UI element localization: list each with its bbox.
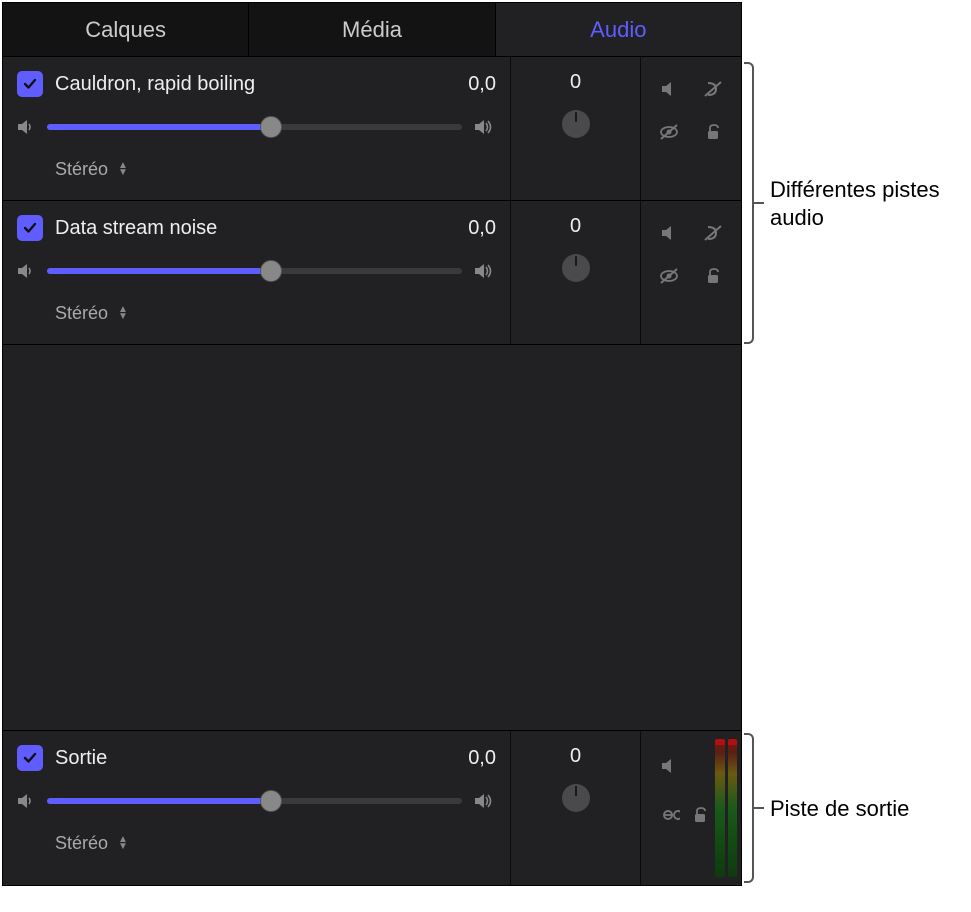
- annotation-bracket: [744, 62, 754, 344]
- solo-icon[interactable]: [702, 80, 724, 98]
- pan-knob[interactable]: [562, 784, 590, 812]
- annotation-output-label: Piste de sortie: [770, 795, 909, 823]
- output-controls: [641, 731, 741, 885]
- audio-track-row[interactable]: Data stream noise 0,0 Stér: [3, 201, 741, 345]
- track-pan-section: 0: [511, 201, 641, 344]
- track-controls: [641, 201, 741, 344]
- slider-fill: [47, 268, 271, 274]
- output-mode-select[interactable]: Stéréo: [55, 833, 108, 854]
- track-main: Cauldron, rapid boiling 0,0: [3, 57, 511, 200]
- panel-tabs: Calques Média Audio: [3, 3, 741, 57]
- mute-icon[interactable]: [659, 224, 679, 242]
- volume-low-icon: [15, 791, 37, 811]
- pan-knob[interactable]: [562, 110, 590, 138]
- visibility-icon[interactable]: [658, 123, 680, 141]
- empty-tracks-area: [3, 345, 741, 730]
- audio-tracks-list: Cauldron, rapid boiling 0,0: [3, 57, 741, 345]
- volume-low-icon: [15, 117, 37, 137]
- volume-high-icon: [472, 791, 496, 811]
- check-icon: [22, 750, 38, 766]
- track-enable-checkbox[interactable]: [17, 745, 43, 771]
- annotation-bracket: [744, 733, 754, 883]
- track-controls: [641, 57, 741, 200]
- pan-knob[interactable]: [562, 254, 590, 282]
- annotation-line: [754, 807, 764, 809]
- volume-slider[interactable]: [47, 124, 462, 130]
- volume-high-icon: [472, 117, 496, 137]
- stepper-icon[interactable]: ▲▼: [118, 162, 128, 176]
- slider-thumb[interactable]: [260, 790, 282, 812]
- pan-value[interactable]: 0: [570, 745, 581, 768]
- track-level-value[interactable]: 0,0: [436, 73, 496, 96]
- lock-icon[interactable]: [704, 267, 722, 285]
- check-icon: [22, 220, 38, 236]
- track-name-label[interactable]: Data stream noise: [55, 217, 424, 240]
- output-mode-select[interactable]: Stéréo: [55, 303, 108, 324]
- audio-track-row[interactable]: Cauldron, rapid boiling 0,0: [3, 57, 741, 201]
- track-main: Sortie 0,0 Stéréo ▲▼: [3, 731, 511, 885]
- slider-thumb[interactable]: [260, 116, 282, 138]
- volume-slider[interactable]: [47, 798, 462, 804]
- link-icon[interactable]: [658, 808, 680, 822]
- audio-panel: Calques Média Audio Cauldron, rapid boil…: [2, 2, 742, 886]
- track-level-value[interactable]: 0,0: [436, 217, 496, 240]
- track-main: Data stream noise 0,0 Stér: [3, 201, 511, 344]
- slider-fill: [47, 798, 271, 804]
- volume-slider[interactable]: [47, 268, 462, 274]
- lock-icon[interactable]: [691, 806, 709, 824]
- pan-value[interactable]: 0: [570, 215, 581, 238]
- solo-icon[interactable]: [702, 224, 724, 242]
- track-name-label[interactable]: Sortie: [55, 747, 424, 770]
- pan-value[interactable]: 0: [570, 71, 581, 94]
- tab-layers[interactable]: Calques: [3, 3, 249, 56]
- annotation-line: [754, 202, 764, 204]
- volume-low-icon: [15, 261, 37, 281]
- stepper-icon[interactable]: ▲▼: [118, 836, 128, 850]
- volume-high-icon: [472, 261, 496, 281]
- tab-audio[interactable]: Audio: [496, 3, 741, 56]
- track-name-label[interactable]: Cauldron, rapid boiling: [55, 73, 424, 96]
- visibility-icon[interactable]: [658, 267, 680, 285]
- track-pan-section: 0: [511, 57, 641, 200]
- stepper-icon[interactable]: ▲▼: [118, 306, 128, 320]
- output-mode-select[interactable]: Stéréo: [55, 159, 108, 180]
- tab-media[interactable]: Média: [249, 3, 495, 56]
- track-enable-checkbox[interactable]: [17, 215, 43, 241]
- output-level-meter: [715, 739, 737, 877]
- mute-icon[interactable]: [659, 80, 679, 98]
- check-icon: [22, 76, 38, 92]
- slider-fill: [47, 124, 271, 130]
- lock-icon[interactable]: [704, 123, 722, 141]
- track-enable-checkbox[interactable]: [17, 71, 43, 97]
- track-level-value[interactable]: 0,0: [436, 747, 496, 770]
- track-pan-section: 0: [511, 731, 641, 885]
- annotation-tracks-label: Différentes pistes audio: [770, 176, 971, 232]
- slider-thumb[interactable]: [260, 260, 282, 282]
- mute-icon[interactable]: [659, 757, 679, 775]
- output-track-row[interactable]: Sortie 0,0 Stéréo ▲▼ 0: [3, 730, 741, 885]
